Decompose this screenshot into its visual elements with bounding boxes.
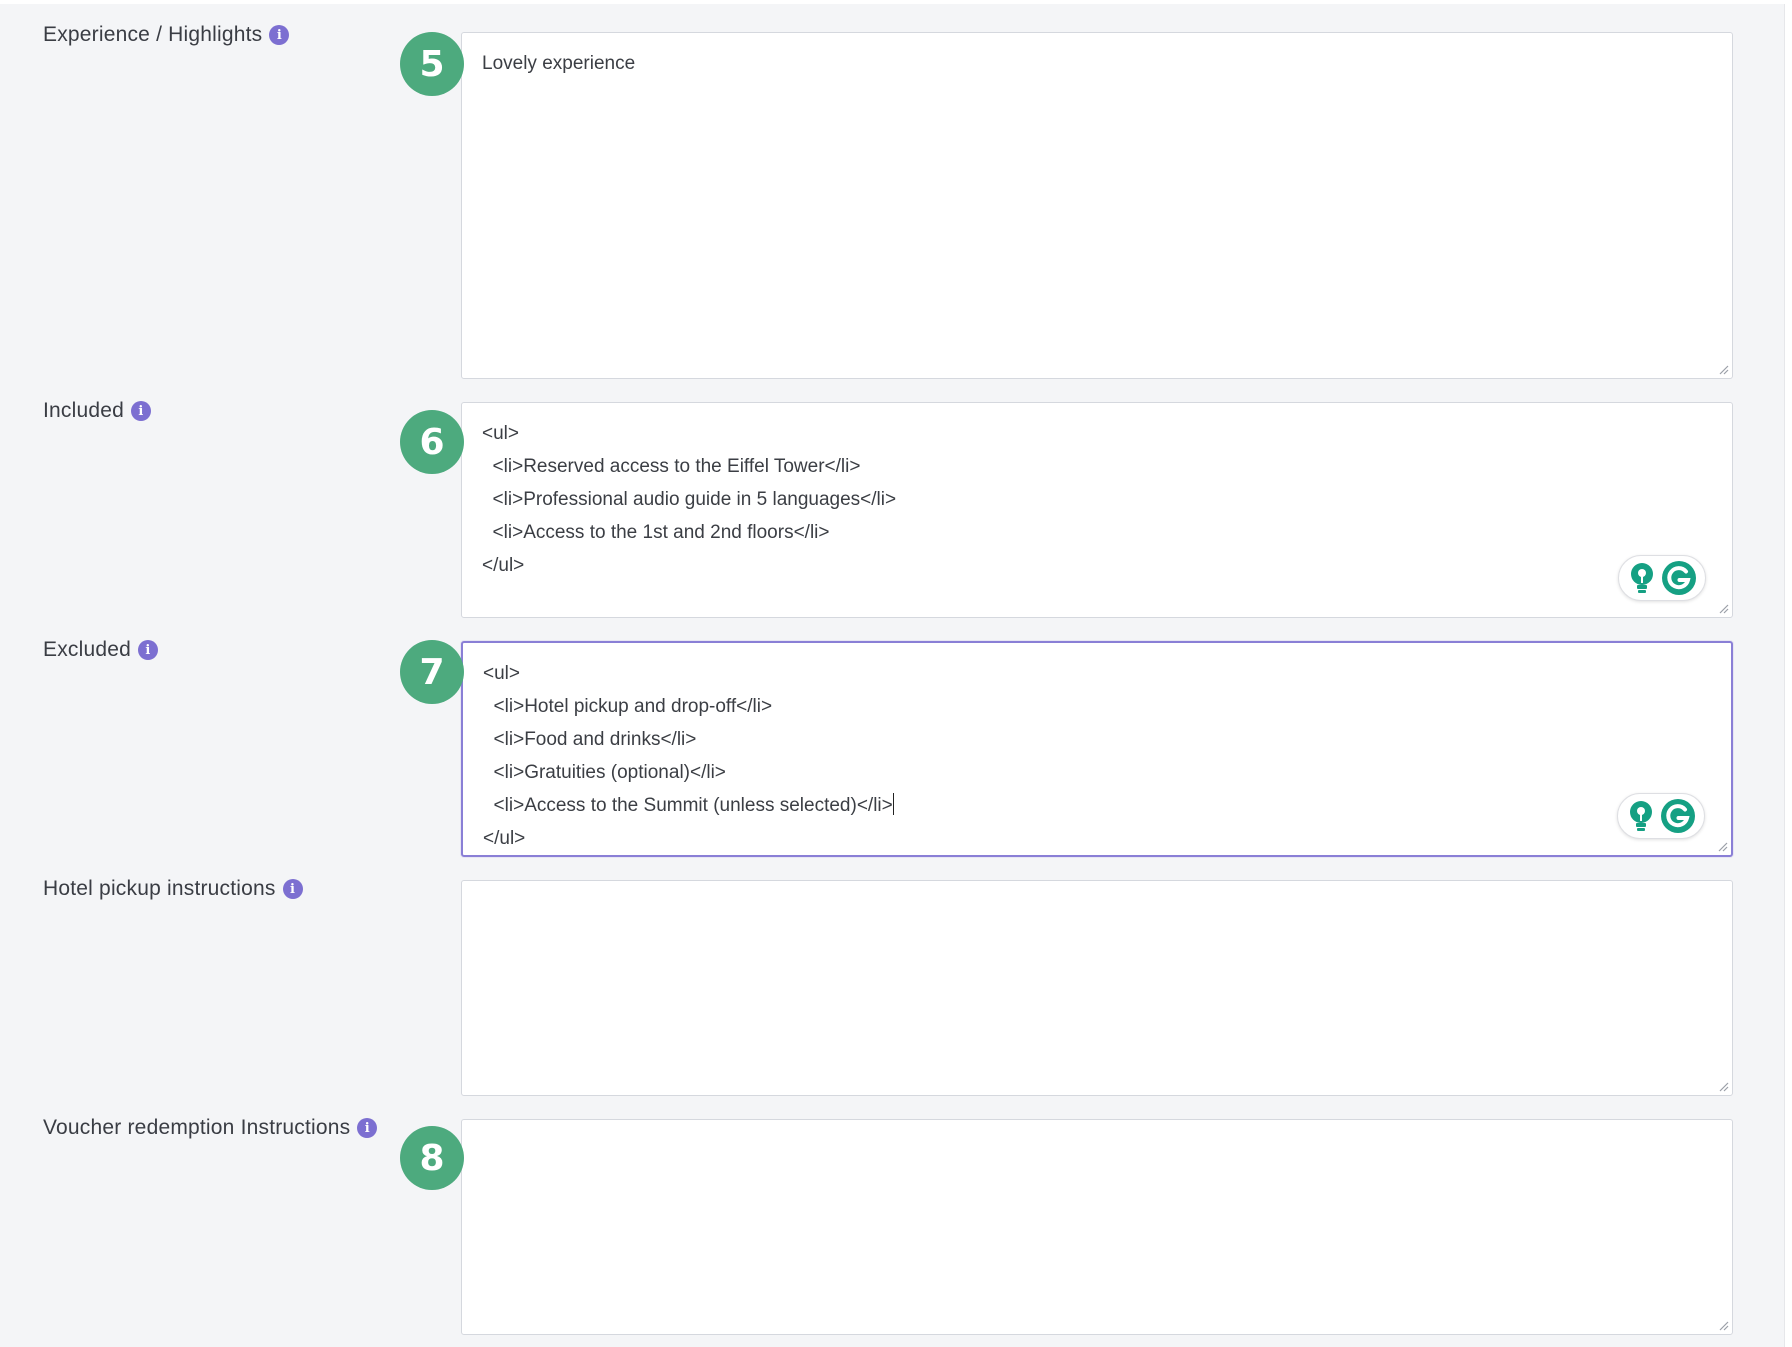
- resize-handle-icon[interactable]: [1717, 1080, 1729, 1092]
- form-panel: Experience / Highlights i Lovely experie…: [0, 4, 1785, 1347]
- experience-highlights-value: Lovely experience: [482, 53, 636, 74]
- resize-handle-icon[interactable]: [1717, 363, 1729, 375]
- excluded-value: <ul> <li>Hotel pickup and drop-off</li> …: [483, 663, 894, 849]
- step-badge: 8: [400, 1126, 464, 1190]
- lightbulb-icon[interactable]: [1626, 799, 1656, 833]
- step-badge: 7: [400, 640, 464, 704]
- grammar-assistant-icon[interactable]: [1660, 798, 1696, 834]
- included-value: <ul> <li>Reserved access to the Eiffel T…: [482, 423, 897, 576]
- voucher-redemption-textarea[interactable]: [461, 1119, 1733, 1335]
- included-textarea[interactable]: <ul> <li>Reserved access to the Eiffel T…: [461, 402, 1733, 618]
- step-badge: 6: [400, 410, 464, 474]
- step-badge: 5: [400, 32, 464, 96]
- resize-handle-icon[interactable]: [1716, 840, 1728, 852]
- excluded-textarea[interactable]: <ul> <li>Hotel pickup and drop-off</li> …: [461, 641, 1733, 857]
- grammar-assistant-icon[interactable]: [1661, 560, 1697, 596]
- experience-highlights-label: Experience / Highlights i: [43, 23, 290, 47]
- info-icon[interactable]: i: [357, 1118, 378, 1138]
- hotel-pickup-textarea[interactable]: [461, 880, 1733, 1096]
- text-caret: [892, 793, 894, 815]
- resize-handle-icon[interactable]: [1717, 602, 1729, 614]
- writing-assistant-widget[interactable]: [1617, 793, 1705, 839]
- info-icon[interactable]: i: [269, 25, 290, 45]
- included-label: Included i: [43, 399, 151, 423]
- experience-highlights-textarea[interactable]: Lovely experience: [461, 32, 1733, 379]
- excluded-label: Excluded i: [43, 638, 158, 662]
- info-icon[interactable]: i: [282, 879, 303, 899]
- voucher-redemption-label: Voucher redemption Instructions i: [43, 1116, 378, 1140]
- lightbulb-icon[interactable]: [1627, 561, 1657, 595]
- info-icon[interactable]: i: [131, 401, 151, 421]
- writing-assistant-widget[interactable]: [1618, 555, 1706, 601]
- resize-handle-icon[interactable]: [1717, 1319, 1729, 1331]
- info-icon[interactable]: i: [138, 640, 158, 660]
- hotel-pickup-label: Hotel pickup instructions i: [43, 877, 303, 901]
